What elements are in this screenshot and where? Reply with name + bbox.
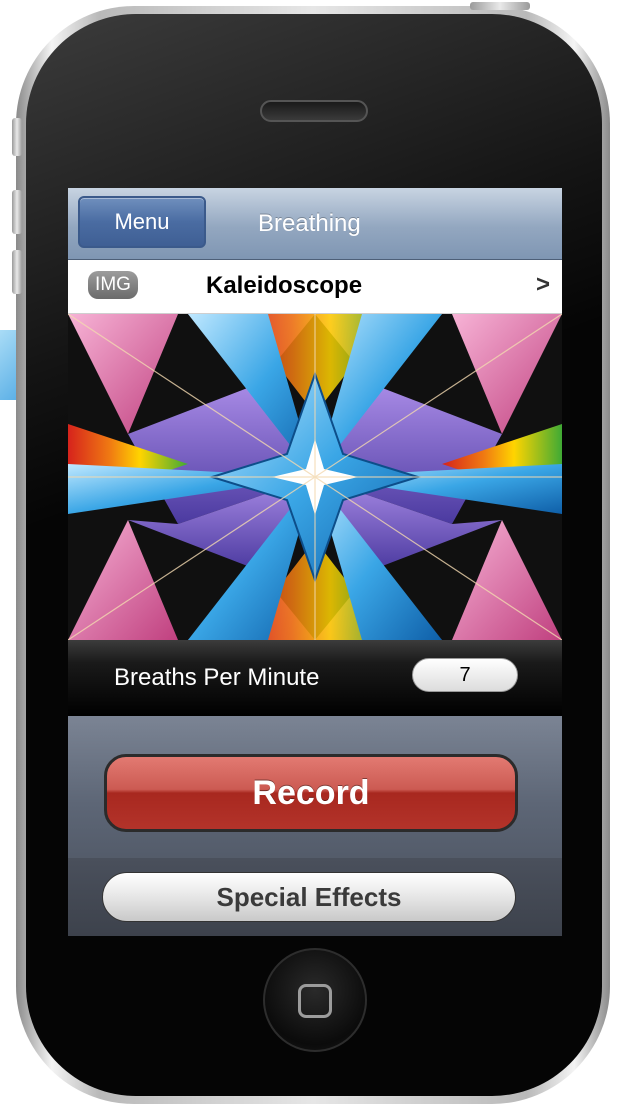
app-screen: Menu Breathing IMG Kaleidoscope > Breath… [68,188,562,936]
kaleidoscope-pattern [68,314,562,640]
page-title: Breathing [258,210,361,237]
kaleidoscope-cell[interactable]: IMG Kaleidoscope > [68,260,562,314]
home-button-icon [298,984,332,1018]
record-button[interactable]: Record [104,754,518,832]
bpm-label: Breaths Per Minute [114,664,320,691]
menu-button[interactable]: Menu [78,196,206,248]
breaths-per-minute-bar: Breaths Per Minute 7 [68,640,562,716]
bpm-value-field[interactable]: 7 [412,658,518,692]
image-badge: IMG [88,271,138,299]
sleep-button [470,2,530,10]
special-effects-button[interactable]: Special Effects [102,872,516,922]
chevron-right-icon: > [536,271,551,298]
volume-up-button [12,190,22,234]
mute-switch [12,118,22,156]
kaleidoscope-image [68,314,562,640]
cell-title: Kaleidoscope [206,272,363,299]
controls-panel: Record Special Effects [68,716,562,936]
earpiece-speaker [260,100,368,122]
navigation-bar: Menu Breathing [68,188,562,260]
volume-down-button [12,250,22,294]
